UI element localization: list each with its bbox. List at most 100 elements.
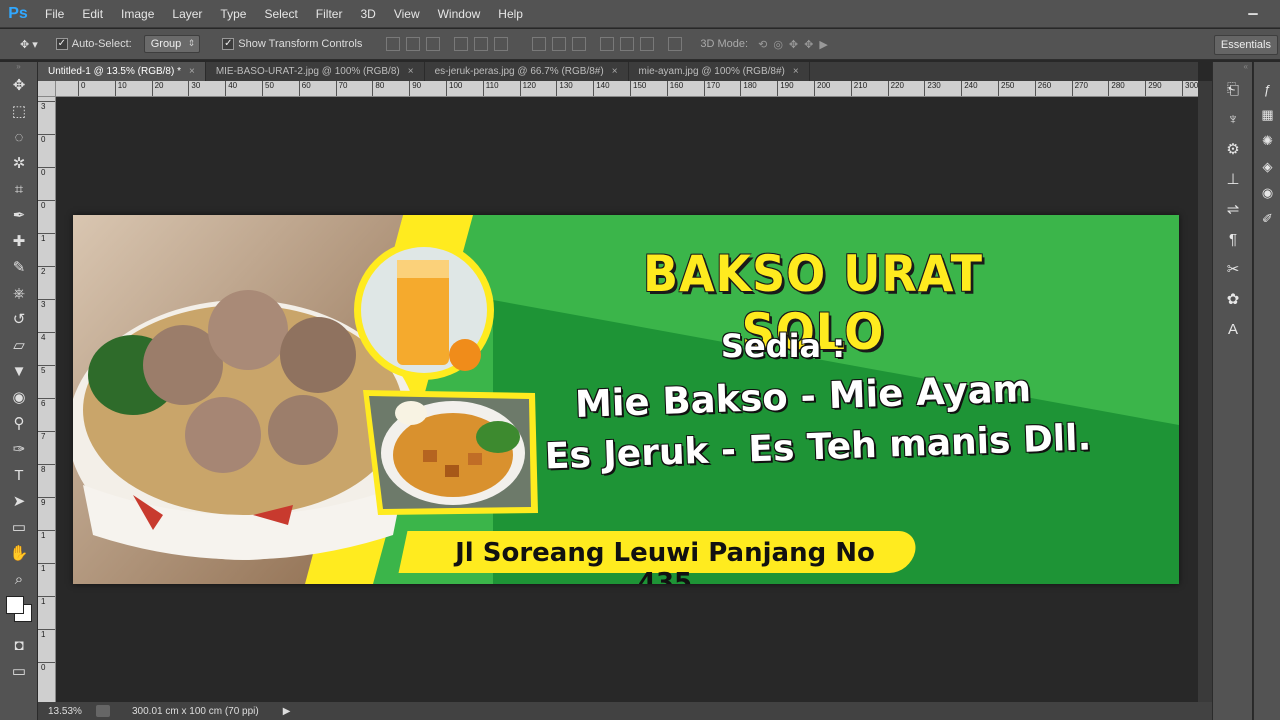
show-transform-checkbox[interactable]: ✓ Show Transform Controls: [222, 38, 362, 50]
menu-edit[interactable]: Edit: [73, 0, 112, 28]
ruler-tick: 6: [38, 398, 55, 408]
workspace-switcher[interactable]: Essentials: [1213, 35, 1278, 55]
foreground-color-swatch[interactable]: [6, 596, 24, 614]
marquee-icon[interactable]: ⬚: [0, 98, 38, 124]
menu-file[interactable]: File: [36, 0, 73, 28]
tab-untitled[interactable]: Untitled-1 @ 13.5% (RGB/8) * ×: [38, 62, 206, 81]
ruler-tick: 170: [703, 81, 720, 96]
stamp-icon[interactable]: ⎈: [0, 280, 38, 306]
color-swatches[interactable]: [0, 592, 37, 626]
tools-settings-icon[interactable]: ✂: [1213, 254, 1253, 284]
auto-align-icon[interactable]: [668, 37, 683, 51]
close-icon[interactable]: ×: [612, 66, 618, 77]
tab-mie-ayam[interactable]: mie-ayam.jpg @ 100% (RGB/8#) ×: [629, 62, 810, 81]
menu-3d[interactable]: 3D: [351, 0, 384, 28]
menu-help[interactable]: Help: [489, 0, 532, 28]
menu-select[interactable]: Select: [255, 0, 306, 28]
ruler-tick: 0: [78, 81, 85, 96]
shape-icon[interactable]: ▭: [0, 514, 38, 540]
tab-label: MIE-BASO-URAT-2.jpg @ 100% (RGB/8): [215, 66, 400, 77]
ruler-tick: 2: [38, 266, 55, 276]
screen-mode-icon[interactable]: ▭: [0, 658, 38, 684]
eyedropper-icon[interactable]: ✒: [0, 202, 38, 228]
menu-type[interactable]: Type: [211, 0, 255, 28]
eraser-icon[interactable]: ▱: [0, 332, 38, 358]
paragraph-icon[interactable]: ¶: [1213, 224, 1253, 254]
quick-mask-icon[interactable]: ◘: [0, 632, 38, 658]
dodge-icon[interactable]: ⚲: [0, 410, 38, 436]
collapse-icon[interactable]: »: [0, 62, 37, 72]
channels-icon[interactable]: ◉: [1254, 180, 1280, 206]
history-icon[interactable]: ⎗: [1213, 74, 1253, 104]
move-tool-preset-icon[interactable]: ✥ ▾: [20, 38, 38, 51]
vertical-scrollbar[interactable]: [1198, 81, 1212, 702]
brush-icon[interactable]: ✎: [0, 254, 38, 280]
adjustments-icon[interactable]: ▦: [1254, 102, 1280, 128]
pen-icon[interactable]: ✑: [0, 436, 38, 462]
menu-window[interactable]: Window: [429, 0, 490, 28]
distribute-bottom-icon[interactable]: [572, 37, 587, 51]
distribute-hcenter-icon[interactable]: [620, 37, 635, 51]
blur-icon[interactable]: ◉: [0, 384, 38, 410]
tab-mie-baso[interactable]: MIE-BASO-URAT-2.jpg @ 100% (RGB/8) ×: [206, 62, 425, 81]
menu-view[interactable]: View: [385, 0, 429, 28]
close-icon[interactable]: ×: [408, 66, 414, 77]
crop-icon[interactable]: ⌗: [0, 176, 38, 202]
banner-document[interactable]: BAKSO URAT SOLO Sedia : Mie Bakso - Mie …: [73, 215, 1179, 584]
lasso-icon[interactable]: ◌: [0, 124, 38, 150]
move-tool-icon[interactable]: ✥: [0, 72, 38, 98]
auto-select-checkbox[interactable]: ✓ Auto-Select:: [55, 38, 132, 50]
tab-es-jeruk[interactable]: es-jeruk-peras.jpg @ 66.7% (RGB/8#) ×: [425, 62, 629, 81]
close-icon[interactable]: ×: [189, 66, 195, 77]
align-bottom-icon[interactable]: [426, 37, 441, 51]
close-icon[interactable]: ×: [793, 66, 799, 77]
zoom-level[interactable]: 13.53%: [48, 706, 92, 717]
paths-icon[interactable]: ✐: [1254, 206, 1280, 232]
zoom-icon[interactable]: ⌕: [0, 566, 38, 592]
distribute-vcenter-icon[interactable]: [552, 37, 567, 51]
magic-wand-icon[interactable]: ✲: [0, 150, 38, 176]
menu-filter[interactable]: Filter: [307, 0, 352, 28]
distribute-top-icon[interactable]: [532, 37, 547, 51]
align-right-icon[interactable]: [494, 37, 509, 51]
3d-mode-icons[interactable]: ⟲◎✥✥▶: [758, 38, 834, 51]
distribute-right-icon[interactable]: [640, 37, 655, 51]
ruler-tick: 0: [38, 200, 55, 210]
glyphs-icon[interactable]: A: [1213, 314, 1253, 344]
type-icon[interactable]: T: [0, 462, 38, 488]
swatches-icon[interactable]: ✿: [1213, 284, 1253, 314]
ruler-tick: 8: [38, 464, 55, 474]
tool-presets-icon[interactable]: ⊥: [1213, 164, 1253, 194]
clone-source-icon[interactable]: ⚙: [1213, 134, 1253, 164]
healing-icon[interactable]: ✚: [0, 228, 38, 254]
ruler-corner[interactable]: [38, 81, 56, 97]
actions-icon[interactable]: ƒ: [1254, 76, 1280, 102]
ruler-tick: 120: [519, 81, 536, 96]
paint-bucket-icon[interactable]: ▼: [0, 358, 38, 384]
collapse-icon[interactable]: «: [1213, 62, 1252, 74]
minimize-icon[interactable]: ▁: [1246, 2, 1260, 18]
vertical-ruler[interactable]: 3 0 0 0 1 2 3 4 5 6 7 8 9 1 1 1 1 0: [38, 97, 56, 702]
3d-mode-label: 3D Mode:: [700, 38, 749, 50]
history-brush-icon[interactable]: ↺: [0, 306, 38, 332]
status-menu-arrow-icon[interactable]: ▶: [283, 706, 291, 717]
align-left-icon[interactable]: [454, 37, 469, 51]
align-buttons: [386, 37, 509, 51]
ruler-tick: 270: [1071, 81, 1088, 96]
proof-icon[interactable]: [96, 705, 110, 717]
ruler-tick: 250: [998, 81, 1014, 96]
character-icon[interactable]: ⇌: [1213, 194, 1253, 224]
layers-icon[interactable]: ◈: [1254, 154, 1280, 180]
horizontal-ruler[interactable]: 0 10 20 30 40 50 60 70 80 90 100 110 120 130 140 150 160…: [56, 81, 1198, 97]
auto-select-dropdown[interactable]: Group: [143, 35, 201, 53]
menu-image[interactable]: Image: [112, 0, 163, 28]
hand-icon[interactable]: ✋: [0, 540, 38, 566]
menu-layer[interactable]: Layer: [163, 0, 211, 28]
align-hcenter-icon[interactable]: [474, 37, 489, 51]
styles-icon[interactable]: ✺: [1254, 128, 1280, 154]
align-vcenter-icon[interactable]: [406, 37, 421, 51]
brush-presets-icon[interactable]: ♆: [1213, 104, 1253, 134]
align-top-icon[interactable]: [386, 37, 401, 51]
path-select-icon[interactable]: ➤: [0, 488, 38, 514]
distribute-left-icon[interactable]: [600, 37, 615, 51]
